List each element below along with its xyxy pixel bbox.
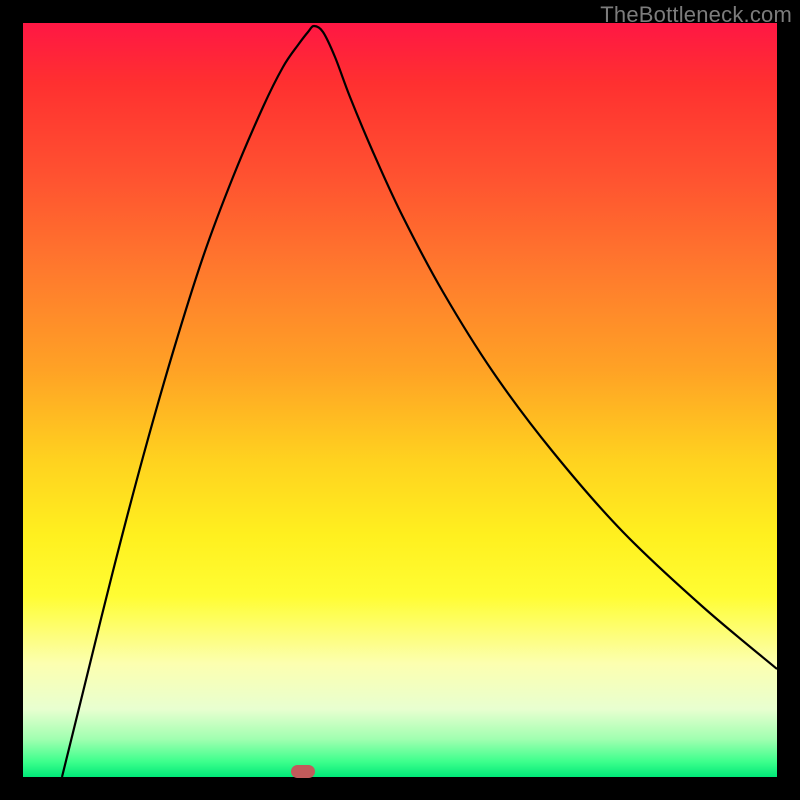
plot-area xyxy=(23,23,777,777)
bottleneck-curve xyxy=(62,26,777,777)
chart-frame: TheBottleneck.com xyxy=(0,0,800,800)
optimum-marker xyxy=(291,765,315,778)
watermark-text: TheBottleneck.com xyxy=(600,2,792,28)
curve-svg xyxy=(23,23,777,777)
